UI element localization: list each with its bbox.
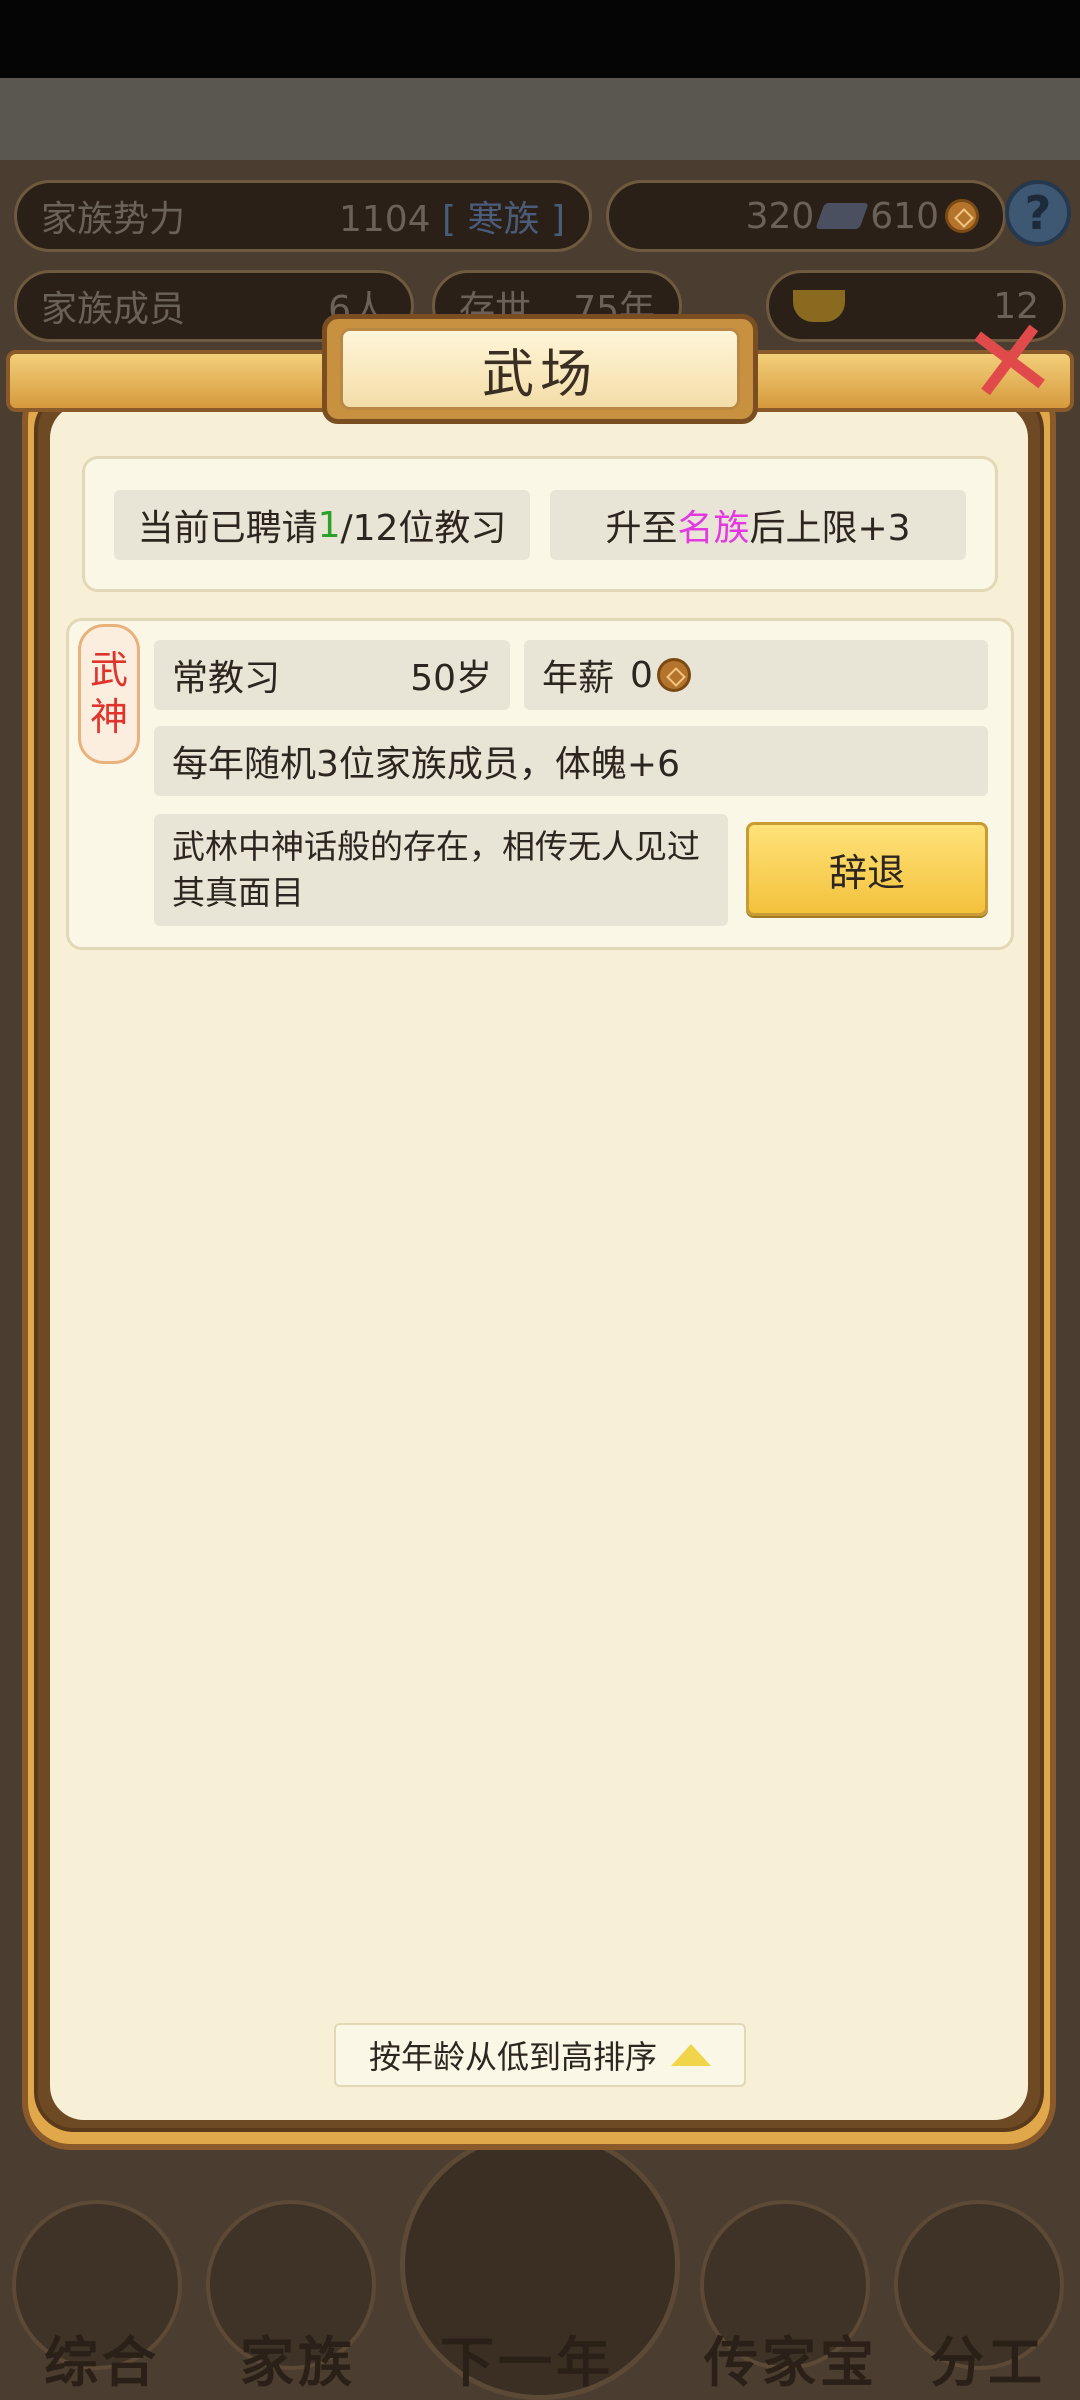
title-wing-left: [6, 350, 346, 412]
tag-line-2: 神: [89, 695, 128, 739]
sort-label: 按年龄从低到高排序: [368, 2038, 657, 2076]
salary-cell: 年薪 0: [524, 640, 988, 710]
coin-amount: 610: [870, 195, 939, 237]
dismiss-button[interactable]: 辞退: [746, 822, 988, 916]
hired-prefix: 当前已聘请: [137, 508, 318, 549]
family-power-value: 1104 [ 寒族 ]: [338, 199, 565, 240]
tag-line-1: 武: [89, 647, 128, 692]
members-label: 家族成员: [41, 289, 186, 330]
help-icon[interactable]: ?: [1005, 180, 1071, 246]
upgrade-hint-text: 升至 名族 后上限+3: [550, 490, 966, 560]
instructor-name: 常教习: [172, 658, 281, 699]
coin-icon: [945, 199, 979, 233]
status-bar: [0, 0, 1080, 78]
nav-assign-label[interactable]: 分工: [930, 2318, 1046, 2397]
instructor-name-cell: 常教习 50岁: [154, 640, 510, 710]
salary-value: 0: [630, 654, 653, 696]
coin-icon: [656, 658, 691, 692]
nav-overview-label[interactable]: 综合: [44, 2318, 160, 2397]
instructor-age: 50岁: [410, 658, 492, 699]
upgrade-rank: 名族: [677, 508, 750, 549]
nav-next-year-label[interactable]: 下一年: [440, 2318, 614, 2397]
gold-ingot-icon: [793, 290, 845, 322]
nav-family-label[interactable]: 家族: [240, 2318, 356, 2397]
ticket-icon: [815, 203, 870, 229]
family-power-label: 家族势力: [41, 199, 186, 240]
upgrade-prefix: 升至: [605, 508, 678, 549]
nav-heirloom-label[interactable]: 传家宝: [704, 2318, 878, 2397]
hired-count: 1: [317, 504, 341, 546]
sort-button[interactable]: 按年龄从低到高排序: [334, 2023, 746, 2087]
salary-label: 年薪: [542, 658, 615, 699]
effect-cell: 每年随机3位家族成员，体魄+6: [154, 726, 988, 796]
upgrade-suffix: 后上限+3: [749, 508, 911, 549]
close-icon[interactable]: ✕: [954, 292, 1067, 432]
description-cell: 武林中神话般的存在，相传无人见过其真面目: [154, 814, 728, 926]
instructor-type-tag: 武 神: [78, 624, 140, 764]
instructor-effect: 每年随机3位家族成员，体魄+6: [172, 744, 680, 785]
hired-suffix: /12位教习: [340, 508, 507, 549]
currency-pill[interactable]: 320 610: [606, 180, 1006, 252]
sort-up-icon: [671, 2044, 711, 2066]
dialog-title: 武场: [340, 328, 740, 410]
ticket-amount: 320: [745, 195, 815, 237]
family-power-pill[interactable]: 家族势力 1104 [ 寒族 ]: [14, 180, 592, 252]
family-rank: [ 寒族 ]: [442, 199, 565, 240]
top-band: [0, 78, 1080, 160]
hired-count-text: 当前已聘请 1/12位教习: [114, 490, 530, 560]
instructor-description: 武林中神话般的存在，相传无人见过其真面目: [172, 826, 700, 912]
